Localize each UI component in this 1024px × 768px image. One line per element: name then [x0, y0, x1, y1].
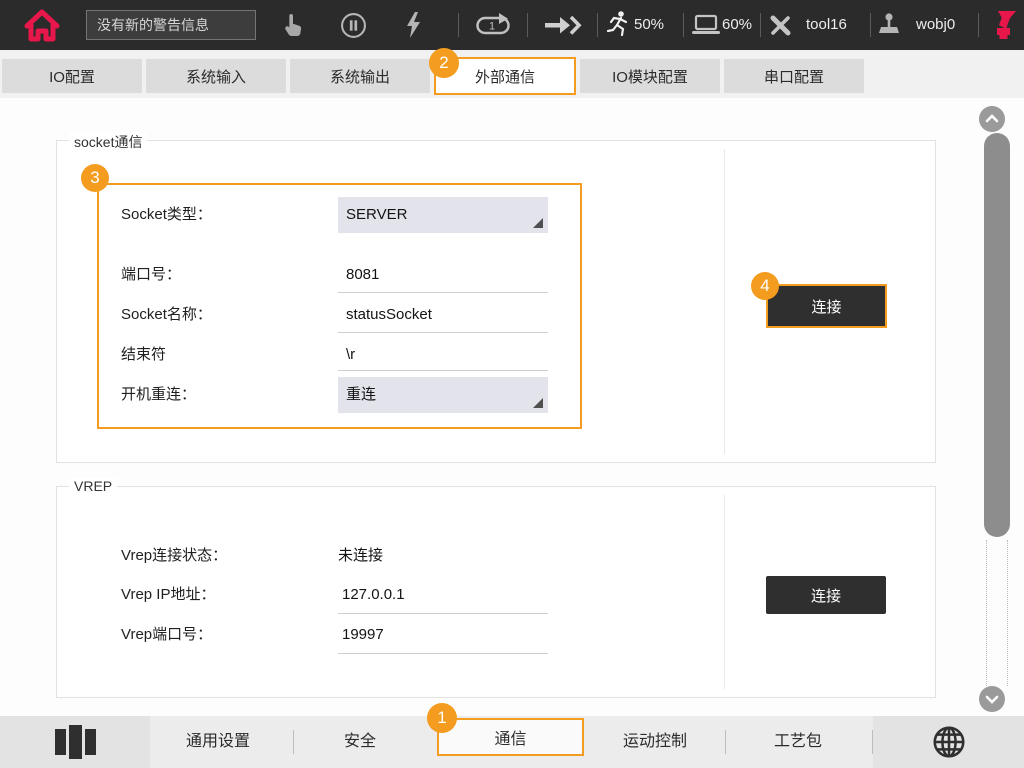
divider: [597, 13, 598, 37]
globe-icon: [930, 723, 968, 761]
input-underline: [338, 653, 548, 654]
workobject-select-button[interactable]: [874, 0, 904, 50]
tools-icon: [765, 10, 795, 40]
tab-system-output[interactable]: 系统输出: [290, 59, 430, 93]
input-underline: [338, 613, 548, 614]
scroll-down-button[interactable]: [979, 686, 1005, 712]
tab-io-module-config[interactable]: IO模块配置: [580, 59, 720, 93]
loop-once-icon: 1: [475, 12, 513, 38]
run-mode-button[interactable]: 1: [474, 0, 514, 50]
config-tab-bar: IO配置 系统输入 系统输出 外部通信 IO模块配置 串口配置: [0, 50, 1024, 98]
main-menu-button[interactable]: [0, 716, 150, 768]
socket-group-title: socket通信: [69, 132, 147, 152]
laptop-icon: [691, 13, 721, 37]
bottomtab-process-package[interactable]: 工艺包: [738, 716, 858, 768]
scroll-up-button[interactable]: [979, 106, 1005, 132]
bottomtab-general-settings[interactable]: 通用设置: [158, 716, 278, 768]
motor-power-button[interactable]: [400, 0, 426, 50]
robot-teach-pendant-screen: 没有新的警告信息 1: [0, 0, 1024, 768]
tab-io-config[interactable]: IO配置: [2, 59, 142, 93]
bottomtab-communication[interactable]: 通信: [437, 718, 584, 756]
tab-serial-config[interactable]: 串口配置: [724, 59, 864, 93]
tab-system-input[interactable]: 系统输入: [146, 59, 286, 93]
speed-button[interactable]: [605, 0, 633, 50]
bottomtab-safety[interactable]: 安全: [300, 716, 420, 768]
divider: [725, 730, 726, 754]
group-divider: [724, 149, 725, 454]
vrep-status-label: Vrep连接状态：: [121, 546, 227, 566]
hand-pointer-icon: [282, 11, 304, 39]
step-forward-icon: [543, 12, 583, 38]
manual-mode-button[interactable]: [278, 0, 308, 50]
chevron-down-icon: [981, 688, 1003, 710]
brand-logo: [988, 0, 1018, 50]
vrep-port-label: Vrep端口号：: [121, 625, 212, 645]
pause-button[interactable]: [338, 0, 368, 50]
home-icon: [22, 5, 62, 45]
step-badge-4: 4: [751, 272, 779, 300]
socket-form-highlight: [97, 183, 582, 429]
warning-message-box[interactable]: 没有新的警告信息: [86, 10, 256, 40]
language-globe-button[interactable]: [873, 716, 1024, 768]
joystick-icon: [875, 12, 903, 38]
divider: [683, 13, 684, 37]
step-mode-button[interactable]: [543, 0, 583, 50]
divider: [527, 13, 528, 37]
vrep-ip-input[interactable]: 127.0.0.1: [342, 585, 405, 605]
vrep-ip-label: Vrep IP地址：: [121, 585, 215, 605]
step-badge-1: 1: [427, 703, 457, 733]
scrollbar-thumb[interactable]: [984, 133, 1010, 537]
vrep-port-input[interactable]: 19997: [342, 625, 384, 645]
runner-icon: [606, 10, 632, 40]
wobj-label: wobj0: [916, 0, 955, 50]
bottomtab-motion-control[interactable]: 运动控制: [595, 716, 715, 768]
robot-arm-logo-icon: [990, 9, 1017, 41]
divider: [458, 13, 459, 37]
socket-connect-button[interactable]: 连接: [766, 284, 887, 328]
step-badge-3: 3: [81, 164, 109, 192]
tool-label: tool16: [806, 0, 847, 50]
power-percentage: 60%: [722, 0, 752, 50]
group-divider: [724, 495, 725, 689]
socket-group: socket通信 Socket类型： SERVER 端口号： 8081 Sock…: [56, 140, 936, 463]
home-button[interactable]: [18, 0, 66, 50]
svg-text:1: 1: [489, 21, 495, 33]
lightning-icon: [404, 11, 422, 39]
vrep-status-value: 未连接: [338, 546, 383, 566]
vrep-group: VREP Vrep连接状态： 未连接 Vrep IP地址： 127.0.0.1 …: [56, 486, 936, 698]
divider: [293, 730, 294, 754]
divider: [870, 13, 871, 37]
step-badge-2: 2: [429, 48, 459, 78]
pause-icon: [340, 12, 367, 39]
menu-bars-icon: [52, 722, 98, 762]
top-status-bar: 没有新的警告信息 1: [0, 0, 1024, 50]
chevron-up-icon: [981, 108, 1003, 130]
divider: [760, 13, 761, 37]
controller-load-button[interactable]: [690, 0, 722, 50]
scrollbar-track[interactable]: [986, 540, 1008, 686]
divider: [978, 13, 979, 37]
vrep-group-title: VREP: [69, 478, 117, 494]
speed-percentage: 50%: [634, 0, 664, 50]
vrep-connect-button[interactable]: 连接: [766, 576, 886, 614]
tool-select-button[interactable]: [764, 0, 796, 50]
